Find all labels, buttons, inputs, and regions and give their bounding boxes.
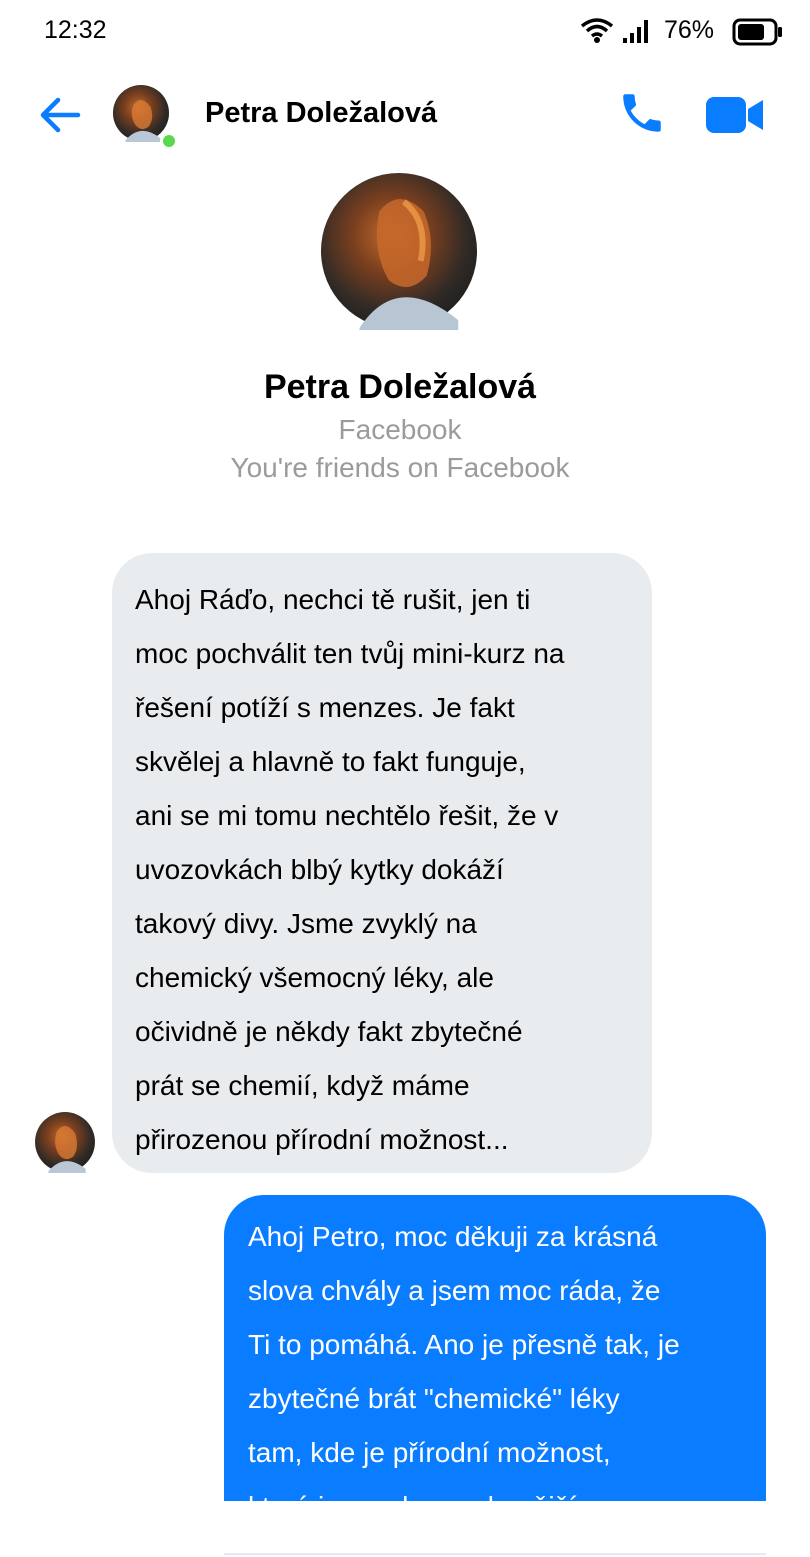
message-line: moc pochválit ten tvůj mini-kurz na bbox=[135, 638, 565, 669]
wifi-icon bbox=[580, 18, 614, 43]
message-line: ani se mi tomu nechtělo řešit, že v bbox=[135, 800, 559, 831]
contact-avatar[interactable] bbox=[112, 84, 170, 142]
battery-percent: 76% bbox=[664, 16, 715, 44]
signal-icon bbox=[623, 20, 648, 43]
message-line: přirozenou přírodní možnost... bbox=[135, 1124, 509, 1155]
chat-header: Petra Doležalová bbox=[0, 70, 810, 160]
battery-icon bbox=[732, 18, 782, 46]
profile-source: Facebook bbox=[338, 414, 462, 445]
message-line: která je mnohem zdravější a bbox=[248, 1480, 742, 1501]
message-line: chemický všemocný léky, ale bbox=[135, 962, 494, 993]
sender-avatar[interactable] bbox=[34, 1111, 96, 1173]
message-line: Ahoj Petro, moc děkuji za krásná bbox=[248, 1221, 658, 1252]
message-line: uvozovkách blbý kytky dokáží bbox=[135, 854, 504, 885]
message-line: očividně je někdy fakt zbytečné bbox=[135, 1016, 523, 1047]
incoming-message-bubble[interactable]: Ahoj Ráďo, nechci tě rušit, jen ti moc p… bbox=[112, 553, 652, 1173]
message-line: Ti to pomáhá. Ano je přesně tak, je bbox=[248, 1329, 680, 1360]
outgoing-message-bubble[interactable]: Ahoj Petro, moc děkuji za krásná slova c… bbox=[224, 1195, 766, 1501]
profile-name: Petra Doležalová bbox=[263, 368, 537, 406]
message-line: takový divy. Jsme zvyklý na bbox=[135, 908, 477, 939]
message-line: Ahoj Ráďo, nechci tě rušit, jen ti bbox=[135, 584, 531, 615]
online-indicator bbox=[160, 132, 178, 150]
friendship-status: You're friends on Facebook bbox=[230, 452, 570, 483]
message-line: tam, kde je přírodní možnost, bbox=[248, 1437, 611, 1468]
message-line: prát se chemií, když máme bbox=[135, 1070, 470, 1101]
video-camera-icon[interactable] bbox=[705, 95, 765, 135]
status-time: 12:32 bbox=[44, 16, 107, 44]
message-line: slova chvály a jsem moc ráda, že bbox=[248, 1275, 661, 1306]
message-line: řešení potíží s menzes. Je fakt bbox=[135, 692, 515, 723]
message-line: skvělej a hlavně to fakt funguje, bbox=[135, 746, 526, 777]
status-bar: 12:32 76% bbox=[0, 0, 810, 64]
divider bbox=[224, 1553, 766, 1555]
message-line: zbytečné brát "chemické" léky bbox=[248, 1383, 620, 1414]
back-arrow-icon[interactable] bbox=[38, 93, 82, 137]
contact-name[interactable]: Petra Doležalová bbox=[205, 97, 437, 130]
profile-avatar[interactable] bbox=[320, 172, 478, 330]
phone-icon[interactable] bbox=[617, 88, 667, 138]
